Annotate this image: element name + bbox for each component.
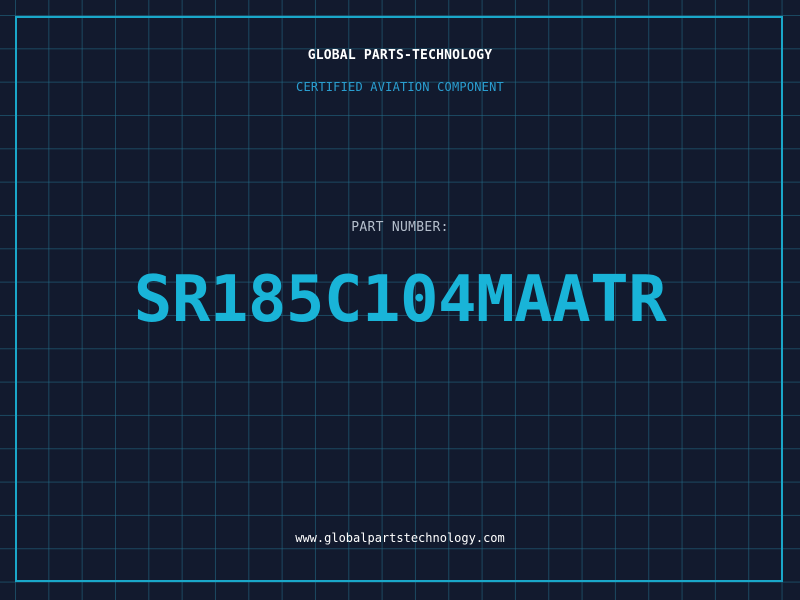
part-number-value: SR185C104MAATR xyxy=(133,263,667,337)
certification-subtitle: CERTIFIED AVIATION COMPONENT xyxy=(296,80,504,94)
certificate-card: GLOBAL PARTS-TECHNOLOGY CERTIFIED AVIATI… xyxy=(0,0,800,600)
website-url: www.globalpartstechnology.com xyxy=(295,531,505,545)
company-title: GLOBAL PARTS-TECHNOLOGY xyxy=(307,48,493,63)
part-number-label: PART NUMBER: xyxy=(351,220,449,235)
